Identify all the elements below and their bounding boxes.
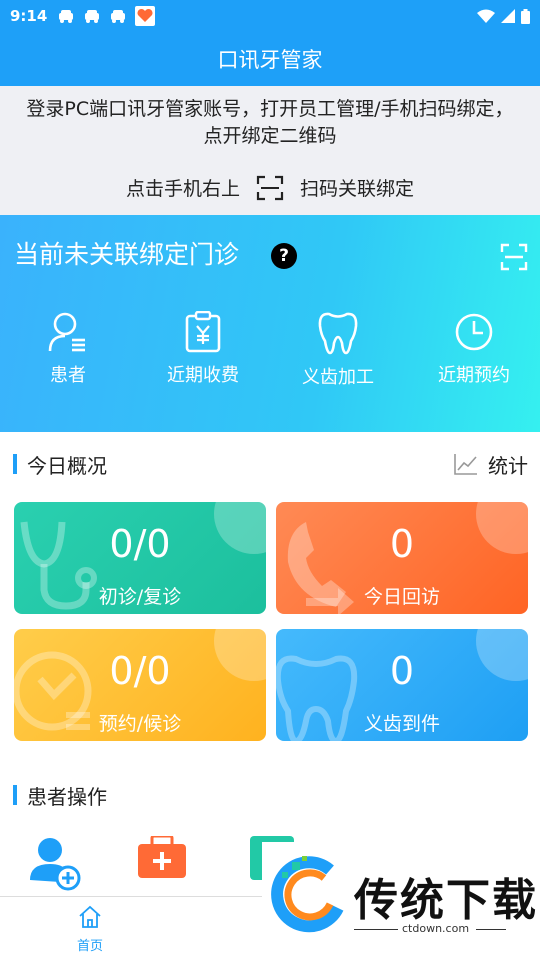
card-value: 0/0	[109, 522, 171, 566]
card-value: 0	[389, 522, 415, 566]
section-marker	[13, 785, 17, 805]
card-label: 义齿到件	[363, 713, 440, 735]
menu-recent-appointments-label: 近期预约	[438, 365, 510, 386]
card-value: 0	[389, 649, 415, 693]
page-title: 口讯牙管家	[0, 32, 540, 86]
clock-icon	[455, 313, 493, 351]
clinic-header: 当前未关联绑定门诊 ? 患者 近期收费 义齿加工 近期预约	[0, 215, 540, 432]
tooth-icon	[318, 312, 358, 355]
notice-message: 登录PC端口讯牙管家账号，打开员工管理/手机扫码绑定，点开绑定二维码	[26, 98, 514, 147]
notice-hint-left: 点击手机右上	[125, 178, 240, 200]
statistics-label: 统计	[488, 453, 528, 478]
watermark: 传统下载 ctdown.com	[262, 842, 540, 960]
watermark-divider	[476, 929, 506, 930]
card-first-return-visits[interactable]: 0/0 初诊/复诊	[14, 502, 266, 614]
notification-car-icon	[59, 10, 74, 23]
notification-car-icon	[111, 10, 126, 23]
menu-recent-appointments[interactable]: 近期预约	[409, 311, 539, 387]
section-marker	[13, 454, 17, 474]
status-bar: 9:14	[0, 0, 540, 32]
menu-recent-charges[interactable]: 近期收费	[138, 311, 268, 387]
app-screen: 9:14 口讯牙管家 登录PC端口讯牙管家账号，打开员工管理/手机扫码绑定，点开…	[0, 0, 540, 960]
menu-denture-processing-label: 义齿加工	[302, 367, 374, 388]
notification-app-icon	[135, 6, 156, 26]
scan-icon	[256, 175, 284, 200]
watermark-logo	[271, 856, 344, 933]
home-icon	[79, 905, 101, 928]
menu-patient-label: 患者	[50, 365, 86, 386]
menu-recent-charges-label: 近期收费	[167, 365, 239, 386]
patient-ops-header: 患者操作	[0, 773, 540, 817]
card-label: 预约/候诊	[98, 713, 182, 735]
add-patient-icon[interactable]	[30, 836, 82, 896]
card-value: 0/0	[109, 649, 171, 693]
medical-kit-icon[interactable]	[136, 836, 188, 896]
tab-home[interactable]: 首页	[50, 905, 130, 954]
scan-button[interactable]	[500, 243, 528, 271]
today-overview-title: 今日概况	[27, 453, 107, 478]
watermark-text: 传统下载	[354, 875, 538, 926]
patient-ops-title: 患者操作	[27, 784, 107, 809]
notice-hint-right: 扫码关联绑定	[300, 178, 415, 200]
notification-car-icon	[85, 10, 100, 23]
tab-home-label: 首页	[76, 939, 103, 954]
clinic-status-title: 当前未关联绑定门诊	[14, 240, 240, 269]
line-chart-icon	[454, 454, 477, 475]
card-denture-arrivals[interactable]: 0 义齿到件	[276, 629, 528, 741]
card-todays-follow-up[interactable]: 0 今日回访	[276, 502, 528, 614]
binding-notice: 登录PC端口讯牙管家账号，打开员工管理/手机扫码绑定，点开绑定二维码 点击手机右…	[0, 86, 540, 215]
statistics-button[interactable]: 统计	[454, 450, 528, 479]
watermark-divider	[354, 929, 398, 930]
card-label: 今日回访	[363, 586, 440, 608]
status-time: 9:14	[10, 7, 48, 25]
signal-icon	[501, 9, 515, 23]
patient-icon	[48, 312, 85, 352]
card-label: 初诊/复诊	[98, 586, 182, 608]
today-overview-header: 今日概况 统计	[0, 442, 540, 486]
wifi-icon	[477, 9, 495, 23]
watermark-url: ctdown.com	[402, 922, 470, 935]
notice-hint: 点击手机右上 扫码关联绑定	[0, 174, 540, 201]
clipboard-yen-icon	[185, 311, 221, 353]
help-icon[interactable]: ?	[271, 243, 297, 269]
card-appointment-waiting[interactable]: 0/0 预约/候诊	[14, 629, 266, 741]
menu-denture-processing[interactable]: 义齿加工	[273, 311, 403, 389]
menu-patient[interactable]: 患者	[3, 311, 133, 387]
battery-icon	[521, 8, 530, 24]
